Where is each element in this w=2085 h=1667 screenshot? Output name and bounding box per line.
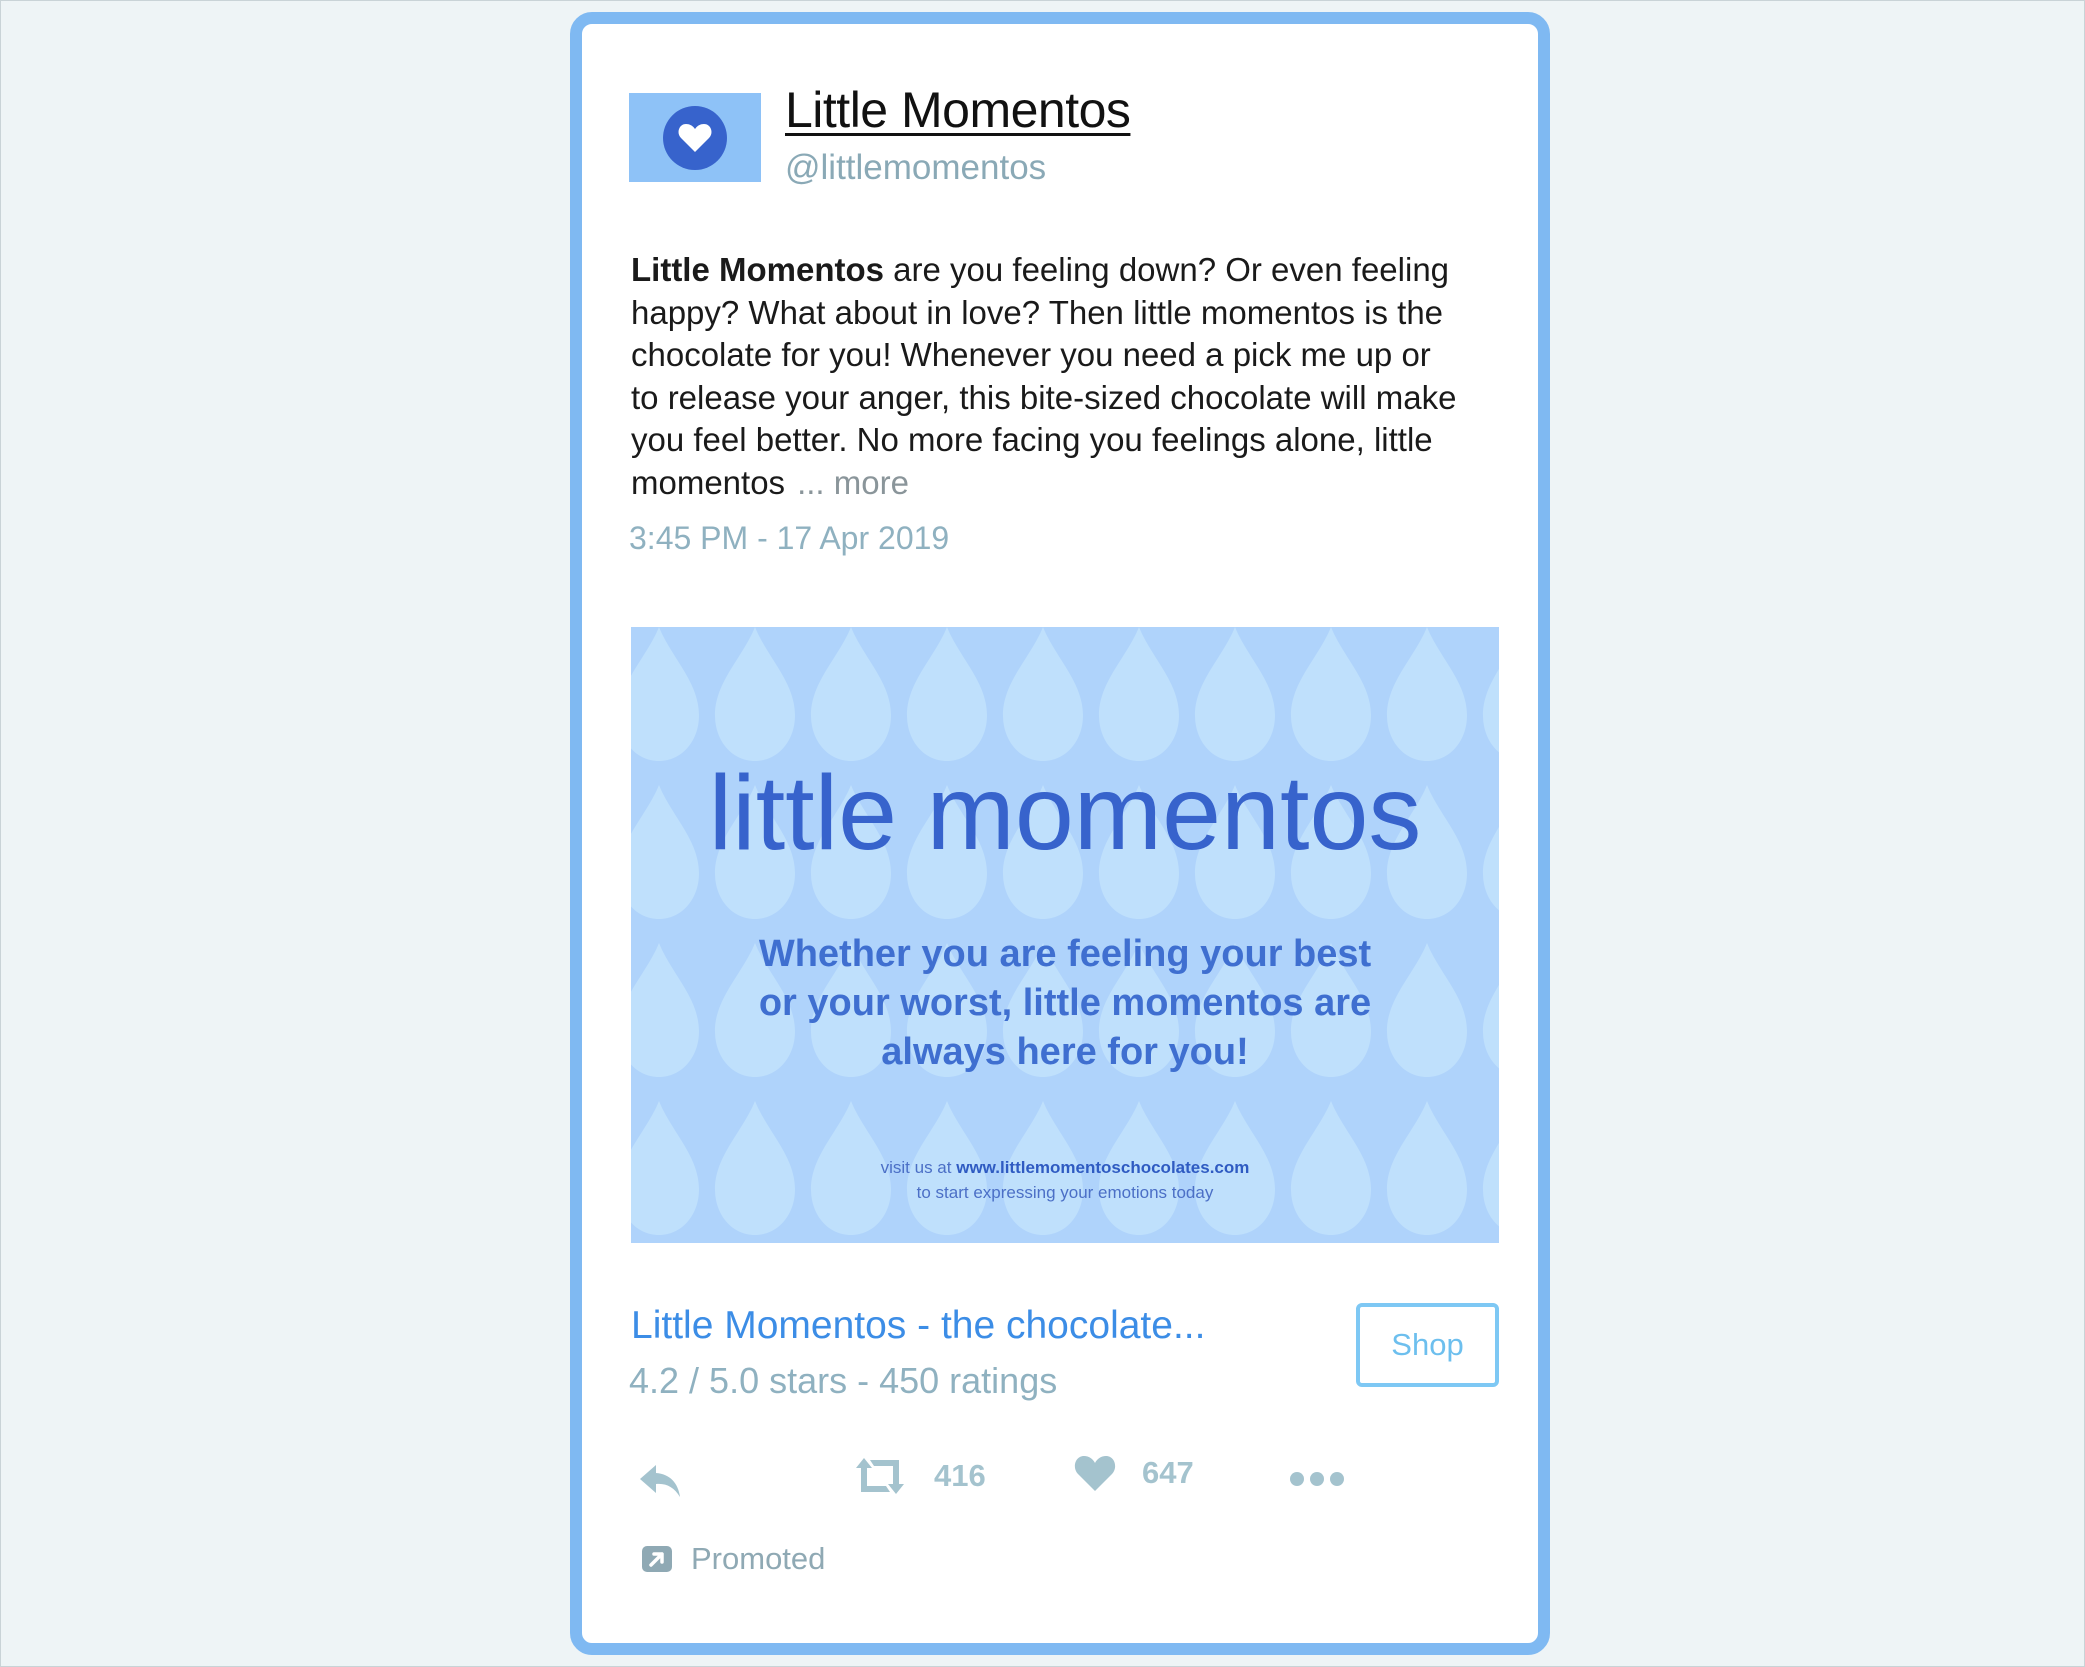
shop-button[interactable]: Shop: [1356, 1303, 1499, 1387]
heart-icon: [678, 123, 712, 152]
visit-suffix: to start expressing your emotions today: [916, 1183, 1214, 1202]
like-count: 647: [1142, 1455, 1194, 1490]
more-dots-icon: [1290, 1472, 1344, 1486]
tagline-line: always here for you!: [881, 1031, 1249, 1073]
promoted-tweet-card: Little Momentos @littlemomentos Little M…: [570, 12, 1550, 1655]
avatar[interactable]: [629, 93, 761, 182]
card-rating: 4.2 / 5.0 stars - 450 ratings: [629, 1360, 1058, 1401]
ad-visit-text: visit us at www.littlemomentoschocolates…: [631, 1155, 1499, 1205]
tagline-line: Whether you are feeling your best: [758, 933, 1372, 975]
visit-url: www.littlemomentoschocolates.com: [956, 1158, 1250, 1177]
tweet-text: Little Momentos are you feeling down? Or…: [631, 249, 1466, 504]
ad-tagline: Whether you are feeling your best or you…: [631, 930, 1499, 1077]
tweet-bold-lead: Little Momentos: [631, 251, 884, 288]
promoted-label: Promoted: [691, 1541, 826, 1576]
account-handle[interactable]: @littlemomentos: [785, 148, 1046, 188]
card-link-title[interactable]: Little Momentos - the chocolate...: [631, 1304, 1205, 1348]
tweet-body: are you feeling down? Or even feeling ha…: [631, 251, 1457, 501]
promoted-icon: [642, 1546, 672, 1572]
retweet-button[interactable]: 416: [852, 1456, 986, 1496]
reply-icon: [640, 1465, 680, 1497]
more-options-button[interactable]: [1289, 1471, 1345, 1487]
display-name[interactable]: Little Momentos: [785, 81, 1131, 139]
retweet-count: 416: [934, 1458, 986, 1493]
tagline-line: or your worst, little momentos are: [758, 982, 1372, 1024]
promoted-indicator: Promoted: [641, 1541, 825, 1577]
brand-logo-text: little momentos: [709, 754, 1422, 872]
visit-prefix: visit us at: [880, 1158, 957, 1177]
tweet-timestamp[interactable]: 3:45 PM - 17 Apr 2019: [629, 520, 949, 557]
more-link[interactable]: ... more: [797, 464, 909, 501]
heart-icon: [1074, 1456, 1116, 1491]
brand-logo: little momentos: [709, 754, 1422, 872]
ad-image[interactable]: little momentos Whether you are feeling …: [631, 627, 1499, 1243]
reply-button[interactable]: [638, 1461, 684, 1501]
like-button[interactable]: 647: [1074, 1454, 1194, 1492]
retweet-icon: [856, 1458, 904, 1494]
